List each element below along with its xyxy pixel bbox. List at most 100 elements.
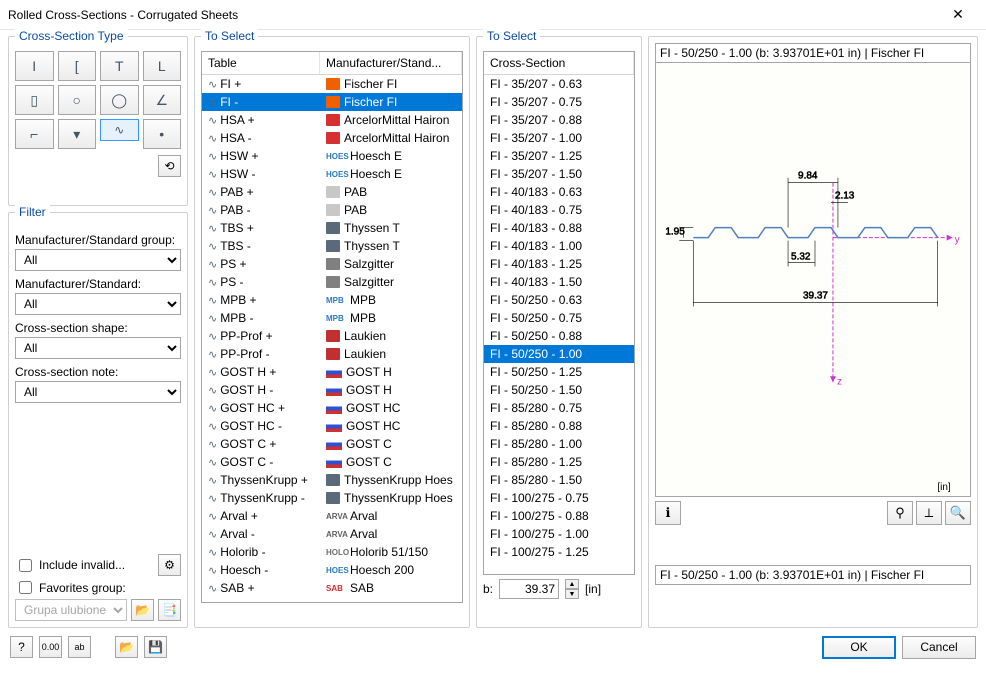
cross-row[interactable]: FI - 100/275 - 1.25 <box>484 543 634 561</box>
filter-mfr-select[interactable]: All <box>15 293 181 315</box>
ok-button[interactable]: OK <box>822 636 896 659</box>
table-row[interactable]: ∿MPB +MPBMPB <box>202 291 462 309</box>
table-row[interactable]: ∿HSA +ArcelorMittal Hairon <box>202 111 462 129</box>
filter-note-select[interactable]: All <box>15 381 181 403</box>
open-icon[interactable]: 📂 <box>115 636 138 658</box>
cross-row[interactable]: FI - 35/207 - 1.00 <box>484 129 634 147</box>
table-row[interactable]: ∿Arval -ARVAArval <box>202 525 462 543</box>
col-cross[interactable]: Cross-Section <box>484 52 634 74</box>
type-icon-2[interactable]: T <box>100 51 139 81</box>
cross-row[interactable]: FI - 40/183 - 0.63 <box>484 183 634 201</box>
table-row[interactable]: ∿MPB -MPBMPB <box>202 309 462 327</box>
cross-row[interactable]: FI - 35/207 - 0.88 <box>484 111 634 129</box>
cross-row[interactable]: FI - 50/250 - 1.00 <box>484 345 634 363</box>
cross-row[interactable]: FI - 40/183 - 1.50 <box>484 273 634 291</box>
table-row[interactable]: ∿GOST C -GOST C <box>202 453 462 471</box>
cross-row[interactable]: FI - 85/280 - 1.50 <box>484 471 634 489</box>
type-icon-8[interactable]: ⌐ <box>15 119 54 149</box>
type-more-icon[interactable]: ⟲ <box>158 155 181 177</box>
filter-mfr-group-select[interactable]: All <box>15 249 181 271</box>
table-row[interactable]: ∿Arval +ARVAArval <box>202 507 462 525</box>
cross-row[interactable]: FI - 50/250 - 0.75 <box>484 309 634 327</box>
table-row[interactable]: ∿ThyssenKrupp -ThyssenKrupp Hoes <box>202 489 462 507</box>
cancel-button[interactable]: Cancel <box>902 636 976 659</box>
table-row[interactable]: ∿HSW -HOESHoesch E <box>202 165 462 183</box>
table-row[interactable]: ∿HSW +HOESHoesch E <box>202 147 462 165</box>
cross-row[interactable]: FI - 35/207 - 1.25 <box>484 147 634 165</box>
cross-row[interactable]: FI - 50/250 - 0.63 <box>484 291 634 309</box>
cross-row[interactable]: FI - 35/207 - 0.63 <box>484 75 634 93</box>
col-table[interactable]: Table <box>202 52 320 74</box>
view-zoom-icon[interactable]: 🔍 <box>945 501 971 525</box>
type-icon-6[interactable]: ◯ <box>100 85 139 115</box>
type-icon-5[interactable]: ○ <box>58 85 97 115</box>
table-row[interactable]: ∿GOST H -GOST H <box>202 381 462 399</box>
cross-row[interactable]: FI - 50/250 - 1.50 <box>484 381 634 399</box>
close-icon[interactable]: ✕ <box>938 2 978 27</box>
col-mfr[interactable]: Manufacturer/Stand... <box>320 52 462 74</box>
favorites-check[interactable] <box>19 581 32 594</box>
table-row[interactable]: ∿PP-Prof +Laukien <box>202 327 462 345</box>
cross-row[interactable]: FI - 35/207 - 1.50 <box>484 165 634 183</box>
cross-row[interactable]: FI - 40/183 - 0.75 <box>484 201 634 219</box>
table-row[interactable]: ∿Hoesch -HOESHoesch 200 <box>202 561 462 579</box>
fav-open-icon[interactable]: 📂 <box>131 599 154 621</box>
type-icon-1[interactable]: [ <box>58 51 97 81</box>
table-row[interactable]: ∿TBS -Thyssen T <box>202 237 462 255</box>
b-input[interactable] <box>499 579 559 599</box>
save-icon[interactable]: 💾 <box>144 636 167 658</box>
table-row[interactable]: ∿FI +Fischer FI <box>202 75 462 93</box>
favorites-select[interactable]: Grupa ulubione <box>15 599 127 621</box>
cross-row[interactable]: FI - 100/275 - 0.75 <box>484 489 634 507</box>
include-invalid-check[interactable] <box>19 559 32 572</box>
table-row[interactable]: ∿TBS +Thyssen T <box>202 219 462 237</box>
table-row[interactable]: ∿HSA -ArcelorMittal Hairon <box>202 129 462 147</box>
table-row[interactable]: ∿PP-Prof -Laukien <box>202 345 462 363</box>
table-row[interactable]: ∿GOST HC -GOST HC <box>202 417 462 435</box>
cross-row[interactable]: FI - 85/280 - 1.25 <box>484 453 634 471</box>
cross-row[interactable]: FI - 40/183 - 1.00 <box>484 237 634 255</box>
table-row[interactable]: ∿GOST HC +GOST HC <box>202 399 462 417</box>
b-down-icon[interactable]: ▼ <box>565 589 579 599</box>
include-invalid-icon[interactable]: ⚙ <box>158 554 181 576</box>
table-row[interactable]: ∿Holorib -HOLOHolorib 51/150 <box>202 543 462 561</box>
cross-row[interactable]: FI - 85/280 - 1.00 <box>484 435 634 453</box>
cross-row[interactable]: FI - 40/183 - 0.88 <box>484 219 634 237</box>
type-icon-0[interactable]: I <box>15 51 54 81</box>
table-row[interactable]: ∿ThyssenKrupp +ThyssenKrupp Hoes <box>202 471 462 489</box>
table-row[interactable]: ∿FI -Fischer FI <box>202 93 462 111</box>
cross-row[interactable]: FI - 50/250 - 1.25 <box>484 363 634 381</box>
table-row[interactable]: ∿PAB -PAB <box>202 201 462 219</box>
cross-row[interactable]: FI - 85/280 - 0.88 <box>484 417 634 435</box>
cross-row[interactable]: FI - 85/280 - 0.75 <box>484 399 634 417</box>
ab-icon[interactable]: ab <box>68 636 91 658</box>
cross-row[interactable]: FI - 35/207 - 0.75 <box>484 93 634 111</box>
type-icon-7[interactable]: ∠ <box>143 85 182 115</box>
table-row[interactable]: ∿GOST H +GOST H <box>202 363 462 381</box>
table-row[interactable]: ∿GOST C +GOST C <box>202 435 462 453</box>
type-icon-9[interactable]: ▾ <box>58 119 97 149</box>
fav-add-icon[interactable]: 📑 <box>158 599 181 621</box>
cross-row[interactable]: FI - 100/275 - 0.88 <box>484 507 634 525</box>
type-icon-4[interactable]: ▯ <box>15 85 54 115</box>
help-icon[interactable]: ? <box>10 636 33 658</box>
favorites-label: Favorites group: <box>39 581 126 595</box>
cross-row[interactable]: FI - 50/250 - 0.88 <box>484 327 634 345</box>
group-toselect2-legend: To Select <box>483 29 540 43</box>
table-row[interactable]: ∿PAB +PAB <box>202 183 462 201</box>
b-up-icon[interactable]: ▲ <box>565 579 579 589</box>
view-axis-icon[interactable]: ⚲ <box>887 501 913 525</box>
filter-shape-select[interactable]: All <box>15 337 181 359</box>
table-row[interactable]: ∿PS -Salzgitter <box>202 273 462 291</box>
info-icon[interactable]: ℹ <box>655 501 681 525</box>
view-ruler-icon[interactable]: ⟂ <box>916 501 942 525</box>
table-row[interactable]: ∿PS +Salzgitter <box>202 255 462 273</box>
type-icon-3[interactable]: L <box>143 51 182 81</box>
table-row[interactable]: ∿SAB +SABSAB <box>202 579 462 597</box>
units-icon[interactable]: 0.00 <box>39 636 62 658</box>
type-icon-11[interactable]: • <box>143 119 182 149</box>
cross-row[interactable]: FI - 100/275 - 1.00 <box>484 525 634 543</box>
type-icon-10[interactable]: ∿ <box>100 119 139 141</box>
cross-row[interactable]: FI - 40/183 - 1.25 <box>484 255 634 273</box>
group-type-legend: Cross-Section Type <box>15 29 128 43</box>
